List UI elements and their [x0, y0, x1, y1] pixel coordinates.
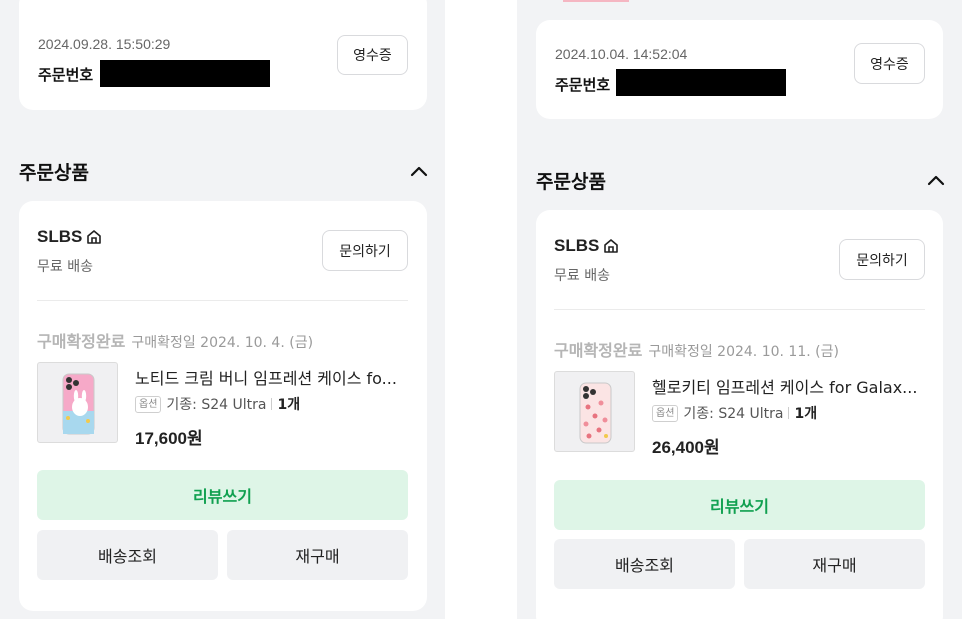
- section-title: 주문상품: [19, 162, 89, 184]
- purchase-status: 구매확정완료 구매확정일 2024. 10. 11. (금): [554, 337, 839, 361]
- shipping-info: 무료 배송: [554, 268, 610, 284]
- rebuy-button[interactable]: 재구매: [744, 539, 925, 589]
- phone-case-image: [579, 382, 612, 444]
- receipt-button[interactable]: 영수증: [337, 35, 408, 75]
- confirm-date: 구매확정일 2024. 10. 4. (금): [131, 335, 314, 351]
- purchase-status: 구매확정완료 구매확정일 2024. 10. 4. (금): [37, 328, 313, 352]
- option-quantity: 1개: [277, 397, 301, 413]
- seller-name-label: SLBS: [37, 227, 83, 246]
- product-name[interactable]: 노티드 크림 버니 임프레션 케이스 fo...: [135, 365, 407, 389]
- shipping-info: 무료 배송: [37, 259, 93, 275]
- product-option: 옵션 기종: S24 Ultra 1개: [135, 394, 300, 414]
- inquiry-button[interactable]: 문의하기: [839, 239, 925, 280]
- order-panel-right: 2024.10.04. 14:52:04 주문번호 영수증 주문상품 SLBS …: [517, 0, 962, 619]
- write-review-button[interactable]: 리뷰쓰기: [554, 480, 925, 530]
- seller-name[interactable]: SLBS: [554, 236, 620, 256]
- divider: [554, 309, 925, 310]
- option-quantity: 1개: [794, 406, 818, 422]
- seller-name-label: SLBS: [554, 236, 600, 255]
- product-name[interactable]: 헬로키티 임프레션 케이스 for Galax...: [652, 374, 924, 398]
- option-badge: 옵션: [652, 404, 679, 422]
- divider: [37, 300, 408, 301]
- chevron-up-icon[interactable]: [409, 162, 429, 182]
- product-price: 26,400원: [652, 438, 720, 457]
- option-separator: [271, 398, 273, 410]
- home-icon: [604, 239, 619, 253]
- write-review-button[interactable]: 리뷰쓰기: [37, 470, 408, 520]
- section-title: 주문상품: [536, 171, 606, 193]
- option-separator: [788, 407, 790, 419]
- order-number-label: 주문번호: [38, 66, 94, 84]
- option-badge: 옵션: [135, 395, 162, 413]
- pink-strip: [563, 0, 629, 2]
- order-number-label: 주문번호: [555, 76, 611, 94]
- seller-name[interactable]: SLBS: [37, 227, 103, 247]
- order-info-card: 2024.09.28. 15:50:29 주문번호 영수증: [19, 0, 427, 110]
- phone-case-image: [62, 373, 95, 435]
- confirm-date: 구매확정일 2024. 10. 11. (금): [648, 344, 839, 360]
- receipt-button[interactable]: 영수증: [854, 43, 925, 84]
- status-label: 구매확정완료: [554, 341, 643, 360]
- order-number-redacted: [100, 60, 270, 87]
- rebuy-button[interactable]: 재구매: [227, 530, 408, 580]
- chevron-up-icon[interactable]: [926, 171, 946, 191]
- track-delivery-button[interactable]: 배송조회: [554, 539, 735, 589]
- order-number-redacted: [616, 69, 786, 96]
- status-label: 구매확정완료: [37, 332, 126, 351]
- order-info-card: 2024.10.04. 14:52:04 주문번호 영수증: [536, 20, 943, 119]
- order-date: 2024.10.04. 14:52:04: [555, 46, 688, 62]
- product-thumbnail[interactable]: [37, 362, 118, 443]
- product-thumbnail[interactable]: [554, 371, 635, 452]
- product-price: 17,600원: [135, 429, 203, 448]
- product-option: 옵션 기종: S24 Ultra 1개: [652, 403, 817, 423]
- option-text: 기종: S24 Ultra: [683, 406, 784, 422]
- order-product-card: SLBS 무료 배송 문의하기 구매확정완료 구매확정일 2024. 10. 4…: [19, 201, 427, 611]
- order-panel-left: 2024.09.28. 15:50:29 주문번호 영수증 주문상품 SLBS …: [0, 0, 445, 619]
- option-text: 기종: S24 Ultra: [166, 397, 267, 413]
- order-product-card: SLBS 무료 배송 문의하기 구매확정완료 구매확정일 2024. 10. 1…: [536, 210, 943, 619]
- track-delivery-button[interactable]: 배송조회: [37, 530, 218, 580]
- home-icon: [87, 230, 102, 244]
- order-date: 2024.09.28. 15:50:29: [38, 36, 171, 52]
- inquiry-button[interactable]: 문의하기: [322, 230, 408, 271]
